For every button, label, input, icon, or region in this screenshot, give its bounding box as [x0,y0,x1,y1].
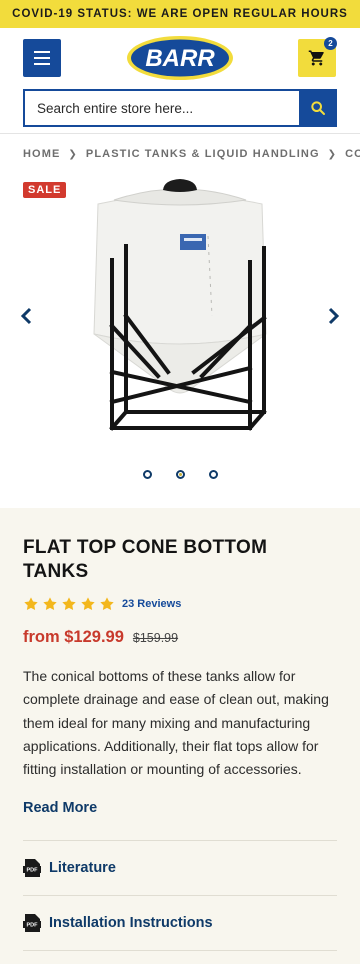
product-gallery: SALE [0,174,360,504]
slide-dots [0,470,360,479]
svg-text:PDF: PDF [27,923,39,929]
slide-dot-3[interactable] [208,470,218,479]
chevron-right-icon: ❯ [327,148,338,160]
prev-slide-button[interactable] [16,304,36,328]
search-bar [23,89,337,127]
hamburger-icon-line [34,57,50,59]
divider [23,950,337,952]
chevron-left-icon [20,307,32,325]
search-icon [311,101,325,115]
cart-icon [308,50,324,66]
original-price: $159.99 [132,631,179,645]
site-header: BARR 2 [0,28,360,134]
star-icon [24,597,38,610]
barr-logo[interactable]: BARR [126,35,234,81]
chevron-right-icon [328,307,340,325]
star-icon [43,597,57,610]
slide-dot-1[interactable] [142,470,152,479]
price-block: from $129.99 $159.99 [23,628,337,647]
breadcrumb: HOME ❯ PLASTIC TANKS & LIQUID HANDLING ❯… [0,134,360,174]
pdf-icon: PDF [23,914,41,933]
star-icon [100,597,114,610]
search-button[interactable] [299,89,337,127]
slide-dot-2[interactable] [175,470,185,479]
sale-badge: SALE [23,182,67,198]
installation-instructions-link[interactable]: PDF Installation Instructions [23,896,337,950]
star-rating [23,596,115,612]
cart-count-badge: 2 [324,37,337,50]
current-price: from $129.99 [23,628,124,646]
product-rating: 23 Reviews [23,596,337,612]
literature-link[interactable]: PDF Literature [23,841,337,895]
covid-status-banner: COVID-19 STATUS: WE ARE OPEN REGULAR HOU… [0,0,360,28]
cart-button[interactable]: 2 [298,37,337,77]
svg-text:PDF: PDF [27,868,39,874]
hamburger-icon-line [34,63,50,65]
reviews-link[interactable]: 23 Reviews [122,598,181,610]
literature-label: Literature [49,860,116,877]
read-more-link[interactable]: Read More [23,800,97,816]
product-title: FLAT TOP CONE BOTTOM TANKS [23,537,268,582]
search-input[interactable] [23,89,299,127]
pdf-icon: PDF [23,859,41,878]
chevron-right-icon: ❯ [68,148,78,160]
installation-instructions-label: Installation Instructions [49,915,213,932]
banner-text: COVID-19 STATUS: WE ARE OPEN REGULAR HOU… [12,8,348,20]
product-description: The conical bottoms of these tanks allow… [23,668,329,778]
breadcrumb-item-category[interactable]: PLASTIC TANKS & LIQUID HANDLING [86,148,320,160]
menu-button[interactable] [23,39,61,77]
product-image[interactable] [88,176,272,451]
next-slide-button[interactable] [324,304,344,328]
hamburger-icon-line [34,51,50,53]
star-icon [62,597,76,610]
breadcrumb-item-current[interactable]: CONE BOTTOM TANKS [345,148,360,160]
breadcrumb-item-home[interactable]: HOME [23,148,60,160]
logo-text: BARR [145,45,215,72]
star-icon [81,597,95,610]
product-info: FLAT TOP CONE BOTTOM TANKS 23 Reviews fr… [0,508,360,964]
